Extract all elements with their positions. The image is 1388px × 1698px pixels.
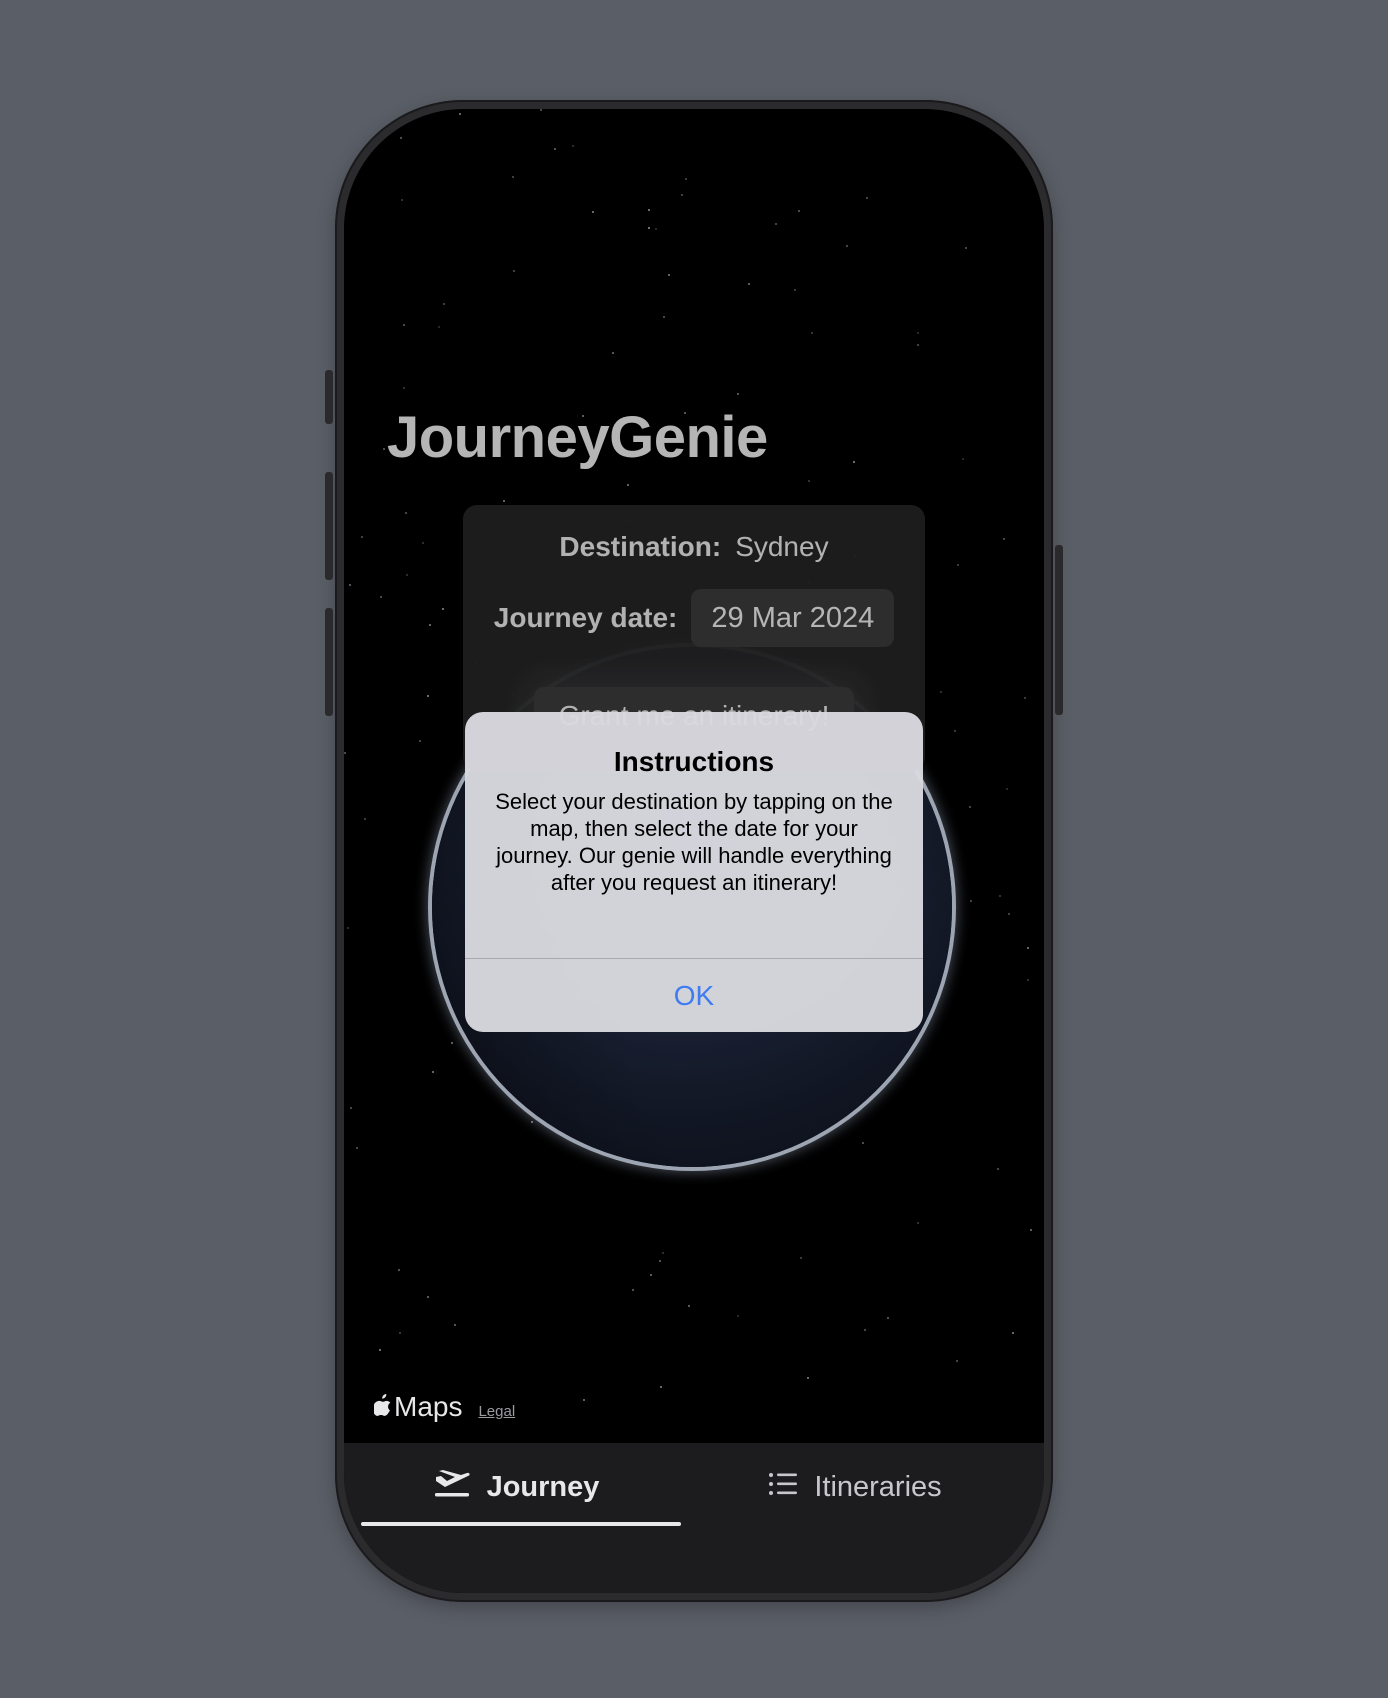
maps-brand-text: Maps	[394, 1391, 463, 1422]
airplane-departure-icon	[433, 1468, 471, 1506]
tab-itineraries[interactable]: Itineraries	[688, 1443, 1022, 1531]
tab-itineraries-label: Itineraries	[814, 1470, 942, 1503]
volume-up-button	[325, 472, 333, 580]
alert-title: Instructions	[613, 746, 775, 777]
power-button	[1055, 545, 1063, 715]
silent-switch	[325, 370, 333, 424]
device-frame: JourneyGenie Destination: Sydney Journey…	[325, 100, 1063, 1602]
tab-bar: Journey Itineraries	[344, 1443, 1044, 1593]
selected-tab-indicator	[361, 1522, 681, 1526]
alert-ok-button[interactable]: OK	[465, 959, 923, 1032]
list-icon	[768, 1471, 798, 1504]
legal-link[interactable]: Legal	[478, 1403, 515, 1420]
screen: JourneyGenie Destination: Sydney Journey…	[344, 109, 1044, 1593]
instructions-alert: Instructions Select your destination by …	[465, 712, 923, 1032]
volume-down-button	[325, 608, 333, 716]
tab-journey[interactable]: Journey	[344, 1443, 688, 1531]
alert-message: Select your destination by tapping on th…	[495, 789, 893, 895]
tab-journey-label: Journey	[486, 1470, 600, 1503]
apple-logo-icon	[374, 1394, 391, 1416]
maps-attribution: Maps Legal	[374, 1391, 515, 1423]
